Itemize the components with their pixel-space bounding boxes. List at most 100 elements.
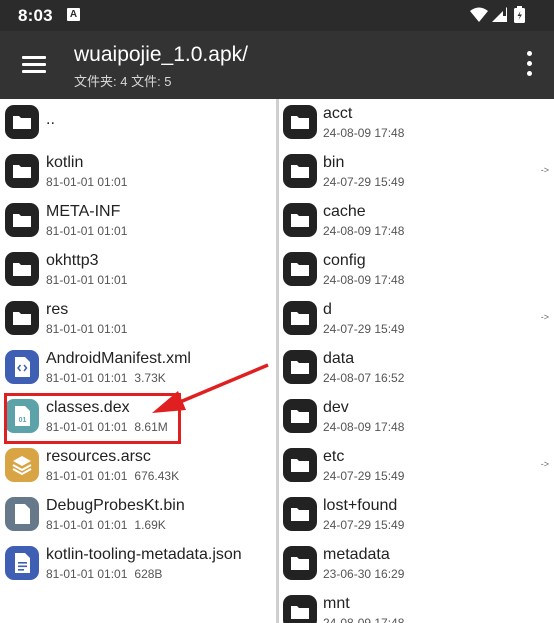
folder-icon xyxy=(283,497,317,531)
hamburger-menu-icon[interactable] xyxy=(16,49,54,81)
file-name: resources.arsc xyxy=(46,448,151,465)
file-name: mnt xyxy=(323,595,350,612)
folder-icon xyxy=(283,252,317,286)
file-meta: 81-01-01 01:01 3.73K xyxy=(46,371,166,385)
file-name: lost+found xyxy=(323,497,398,514)
xml-file-icon xyxy=(5,350,39,384)
symlink-arrow: -> xyxy=(540,312,549,322)
file-row[interactable]: config 24-08-09 17:48 xyxy=(279,246,554,295)
file-meta: 24-07-29 15:49 xyxy=(323,322,404,336)
folder-icon xyxy=(283,203,317,237)
file-date: 81-01-01 01:01 xyxy=(46,224,128,238)
app-bar: wuaipojie_1.0.apk/ 文件夹: 4 文件: 5 xyxy=(0,31,554,99)
notification-a-icon: A xyxy=(67,8,80,21)
folder-icon xyxy=(5,203,39,237)
file-name: dev xyxy=(323,399,349,416)
symlink-arrow: -> xyxy=(540,459,549,469)
file-row[interactable]: acct 24-08-09 17:48 xyxy=(279,99,554,148)
file-name: META-INF xyxy=(46,203,121,220)
file-meta: 24-08-09 17:48 xyxy=(323,224,404,238)
file-row[interactable]: mnt 24-08-09 17:48 xyxy=(279,589,554,623)
file-date: 81-01-01 01:01 xyxy=(46,420,128,434)
file-meta: 24-08-09 17:48 xyxy=(323,420,404,434)
signal-icon xyxy=(492,7,507,22)
status-time: 8:03 xyxy=(18,6,53,25)
file-name: .. xyxy=(46,111,55,128)
file-date: 81-01-01 01:01 xyxy=(46,371,128,385)
file-name: d xyxy=(323,301,332,318)
svg-text:01: 01 xyxy=(19,417,27,424)
folder-icon xyxy=(283,448,317,482)
file-name: bin xyxy=(323,154,345,171)
folder-icon xyxy=(283,595,317,623)
file-name: okhttp3 xyxy=(46,252,99,269)
file-name: cache xyxy=(323,203,366,220)
file-row[interactable]: 01 classes.dex 81-01-01 01:01 8.61M xyxy=(0,393,276,442)
file-name: metadata xyxy=(323,546,390,563)
file-name: kotlin-tooling-metadata.json xyxy=(46,546,242,563)
file-date: 24-08-09 17:48 xyxy=(323,126,405,140)
file-row[interactable]: META-INF 81-01-01 01:01 xyxy=(0,197,276,246)
status-bar: 8:03 A xyxy=(0,0,554,31)
folder-icon xyxy=(283,154,317,188)
file-meta: 81-01-01 01:01 xyxy=(46,322,127,336)
right-file-pane[interactable]: acct 24-08-09 17:48 bin 24-07-29 15:49 -> cac… xyxy=(279,99,554,623)
file-meta: 81-01-01 01:01 xyxy=(46,175,127,189)
file-row[interactable]: lost+found 24-07-29 15:49 xyxy=(279,491,554,540)
file-date: 24-08-09 17:48 xyxy=(323,273,405,287)
file-row[interactable]: metadata 23-06-30 16:29 xyxy=(279,540,554,589)
file-meta: 23-06-30 16:29 xyxy=(323,567,404,581)
file-row[interactable]: dev 24-08-09 17:48 xyxy=(279,393,554,442)
file-row[interactable]: DebugProbesKt.bin 81-01-01 01:01 1.69K xyxy=(0,491,276,540)
file-date: 24-07-29 15:49 xyxy=(323,518,405,532)
bin-file-icon xyxy=(5,497,39,531)
file-row[interactable]: etc 24-07-29 15:49 -> xyxy=(279,442,554,491)
file-meta: 81-01-01 01:01 xyxy=(46,224,127,238)
file-meta: 81-01-01 01:01 676.43K xyxy=(46,469,179,483)
file-date: 23-06-30 16:29 xyxy=(323,567,405,581)
symlink-arrow: -> xyxy=(540,165,549,175)
left-file-pane[interactable]: .. kotlin 81-01-01 01:01 META-INF 81-01-01 0… xyxy=(0,99,276,623)
file-row[interactable]: data 24-08-07 16:52 xyxy=(279,344,554,393)
file-size: 3.73K xyxy=(134,371,166,385)
file-date: 81-01-01 01:01 xyxy=(46,273,128,287)
file-name: DebugProbesKt.bin xyxy=(46,497,185,514)
file-meta: 81-01-01 01:01 628B xyxy=(46,567,162,581)
file-row[interactable]: okhttp3 81-01-01 01:01 xyxy=(0,246,276,295)
file-name: classes.dex xyxy=(46,399,130,416)
dex-file-icon: 01 xyxy=(5,399,39,433)
file-row[interactable]: d 24-07-29 15:49 -> xyxy=(279,295,554,344)
file-date: 24-07-29 15:49 xyxy=(323,175,405,189)
file-row[interactable]: bin 24-07-29 15:49 -> xyxy=(279,148,554,197)
file-row[interactable]: AndroidManifest.xml 81-01-01 01:01 3.73K xyxy=(0,344,276,393)
file-meta: 24-08-09 17:48 xyxy=(323,126,404,140)
arsc-file-icon xyxy=(5,448,39,482)
file-row[interactable]: kotlin 81-01-01 01:01 xyxy=(0,148,276,197)
folder-file-count: 文件夹: 4 文件: 5 xyxy=(74,74,172,89)
file-meta: 81-01-01 01:01 xyxy=(46,273,127,287)
file-meta: 24-07-29 15:49 xyxy=(323,518,404,532)
file-name: kotlin xyxy=(46,154,84,171)
current-path-title: wuaipojie_1.0.apk/ xyxy=(74,43,248,66)
file-date: 24-07-29 15:49 xyxy=(323,469,405,483)
status-icons xyxy=(470,5,540,30)
folder-icon xyxy=(283,350,317,384)
file-row[interactable]: kotlin-tooling-metadata.json 81-01-01 01:… xyxy=(0,540,276,589)
file-row[interactable]: cache 24-08-09 17:48 xyxy=(279,197,554,246)
file-date: 24-07-29 15:49 xyxy=(323,322,405,336)
file-row[interactable]: resources.arsc 81-01-01 01:01 676.43K xyxy=(0,442,276,491)
file-row[interactable]: .. xyxy=(0,99,276,148)
more-vert-icon[interactable] xyxy=(522,51,536,79)
file-name: acct xyxy=(323,105,353,122)
file-name: etc xyxy=(323,448,345,465)
folder-icon xyxy=(5,252,39,286)
file-size: 628B xyxy=(134,567,163,581)
file-meta: 81-01-01 01:01 8.61M xyxy=(46,420,168,434)
file-row[interactable]: res 81-01-01 01:01 xyxy=(0,295,276,344)
folder-icon xyxy=(283,546,317,580)
file-name: AndroidManifest.xml xyxy=(46,350,191,367)
wifi-icon xyxy=(470,7,488,22)
json-file-icon xyxy=(5,546,39,580)
file-meta: 24-08-07 16:52 xyxy=(323,371,404,385)
file-date: 81-01-01 01:01 xyxy=(46,518,128,532)
